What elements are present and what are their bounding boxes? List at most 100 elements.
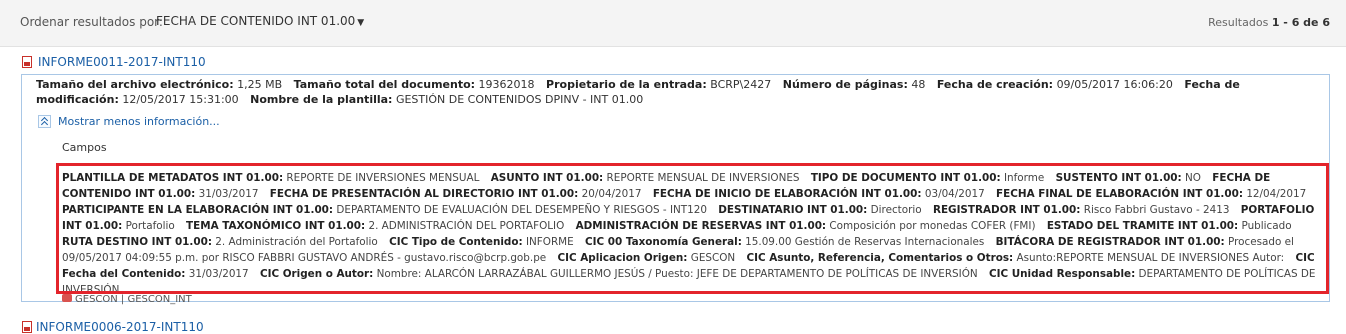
fields-item: CIC Asunto, Referencia, Comentarios o Ot… [747, 252, 1285, 264]
next-result-title-link[interactable]: INFORME0006-2017-INT110 [22, 320, 204, 334]
fields-label: CIC Asunto, Referencia, Comentarios o Ot… [746, 252, 1014, 264]
metadata-label: Propietario de la entrada: [546, 78, 707, 91]
metadata-value: 19362018 [478, 78, 535, 91]
metadata-value: GESTIÓN DE CONTENIDOS DPINV - INT 01.00 [395, 93, 644, 106]
fields-label: PLANTILLA DE METADATOS INT 01.00: [62, 172, 284, 184]
metadata-label: Tamaño del archivo electrónico: [36, 78, 234, 91]
fields-value: 12/04/2017 [1246, 188, 1307, 200]
results-count: Resultados 1 - 6 de 6 [1208, 16, 1330, 29]
metadata-value: 48 [911, 78, 926, 91]
metadata-item: Nombre de la plantilla: GESTIÓN DE CONTE… [250, 93, 643, 106]
fields-value: 03/04/2017 [924, 188, 985, 200]
collapse-icon [38, 115, 51, 128]
sort-dropdown[interactable]: FECHA DE CONTENIDO INT 01.00 ▼ [156, 14, 364, 28]
sort-toolbar: Ordenar resultados por: FECHA DE CONTENI… [0, 0, 1346, 47]
fields-value: REPORTE DE INVERSIONES MENSUAL [286, 172, 480, 184]
fields-label: FECHA FINAL DE ELABORACIÓN INT 01.00: [996, 188, 1243, 200]
tags-text: GESCON | GESCON_INT [75, 294, 192, 305]
fields-item: ADMINISTRACIÓN DE RESERVAS INT 01.00: Co… [576, 220, 1036, 232]
metadata-label: Tamaño total del documento: [293, 78, 476, 91]
fields-item: REGISTRADOR INT 01.00: Risco Fabbri Gust… [933, 204, 1230, 216]
fields-item: CIC Origen o Autor: Nombre: ALARCÓN LARR… [260, 268, 978, 280]
fields-label: SUSTENTO INT 01.00: [1055, 172, 1182, 184]
fields-value: NO [1185, 172, 1201, 184]
results-prefix: Resultados [1208, 16, 1269, 29]
fields-label: BITÁCORA DE REGISTRADOR INT 01.00: [995, 236, 1225, 248]
metadata-label: Nombre de la plantilla: [250, 93, 393, 106]
fields-label: ESTADO DEL TRAMITE INT 01.00: [1046, 220, 1239, 232]
fields-value: REPORTE MENSUAL DE INVERSIONES [606, 172, 800, 184]
fields-item: TIPO DE DOCUMENTO INT 01.00: Informe [811, 172, 1044, 184]
fields-label: TIPO DE DOCUMENTO INT 01.00: [810, 172, 1001, 184]
fields-value: Composición por monedas COFER (FMI) [829, 220, 1036, 232]
fields-item: FECHA DE PRESENTACIÓN AL DIRECTORIO INT … [270, 188, 642, 200]
fields-label: CIC Aplicacion Origen: [557, 252, 688, 264]
chevron-down-icon: ▼ [357, 18, 365, 28]
fields-item: ASUNTO INT 01.00: REPORTE MENSUAL DE INV… [491, 172, 800, 184]
fields-label: TEMA TAXONÓMICO INT 01.00: [186, 220, 366, 232]
fields-label: CIC Origen o Autor: [259, 268, 374, 280]
fields-item: CIC Aplicacion Origen: GESCON [558, 252, 736, 264]
fields-item: FECHA FINAL DE ELABORACIÓN INT 01.00: 12… [996, 188, 1306, 200]
fields-label: DESTINATARIO INT 01.00: [718, 204, 868, 216]
metadata-label: Fecha de creación: [936, 78, 1054, 91]
tags-row: GESCON | GESCON_INT [62, 294, 192, 305]
fields-value: DEPARTAMENTO DE EVALUACIÓN DEL DESEMPEÑO… [336, 204, 707, 216]
fields-value: Nombre: ALARCÓN LARRAZÁBAL GUILLERMO JES… [376, 268, 978, 280]
fields-value: Asunto:REPORTE MENSUAL DE INVERSIONES Au… [1016, 252, 1285, 264]
result-metadata: Tamaño del archivo electrónico: 1,25 MB … [36, 77, 1306, 107]
fields-item: TEMA TAXONÓMICO INT 01.00: 2. ADMINISTRA… [186, 220, 564, 232]
next-result-title-text: INFORME0006-2017-INT110 [36, 320, 204, 334]
show-less-label: Mostrar menos información... [58, 115, 220, 128]
fields-label: REGISTRADOR INT 01.00: [932, 204, 1081, 216]
sort-dropdown-value: FECHA DE CONTENIDO INT 01.00 [156, 14, 356, 28]
sort-label: Ordenar resultados por: [20, 15, 163, 29]
fields-label: FECHA DE INICIO DE ELABORACIÓN INT 01.00… [652, 188, 922, 200]
metadata-item: Fecha de creación: 09/05/2017 16:06:20 [937, 78, 1173, 91]
fields-item: CIC Tipo de Contenido: INFORME [389, 236, 574, 248]
fields-value: INFORME [525, 236, 574, 248]
fields-label: RUTA DESTINO INT 01.00: [62, 236, 212, 248]
fields-highlight-box: PLANTILLA DE METADATOS INT 01.00: REPORT… [56, 163, 1329, 294]
fields-label: CIC Unidad Responsable: [988, 268, 1136, 280]
fields-value: 20/04/2017 [581, 188, 642, 200]
metadata-value: 12/05/2017 15:31:00 [122, 93, 239, 106]
fields-item: ESTADO DEL TRAMITE INT 01.00: Publicado [1047, 220, 1292, 232]
pdf-icon [22, 56, 32, 68]
fields-value: Directorio [870, 204, 922, 216]
metadata-item: Tamaño total del documento: 19362018 [294, 78, 535, 91]
fields-label: CIC Tipo de Contenido: [389, 236, 523, 248]
tag-icon [62, 294, 72, 302]
metadata-value: BCRP\2427 [710, 78, 772, 91]
metadata-item: Número de páginas: 48 [783, 78, 926, 91]
fields-item: SUSTENTO INT 01.00: NO [1056, 172, 1201, 184]
result-title-link[interactable]: INFORME0011-2017-INT110 [22, 55, 206, 69]
fields-item: RUTA DESTINO INT 01.00: 2. Administració… [62, 236, 378, 248]
fields-value: 31/03/2017 [188, 268, 249, 280]
fields-label: FECHA DE PRESENTACIÓN AL DIRECTORIO INT … [269, 188, 579, 200]
metadata-value: 1,25 MB [237, 78, 283, 91]
fields-label: CIC 00 Taxonomía General: [585, 236, 742, 248]
fields-value: 2. ADMINISTRACIÓN DEL PORTAFOLIO [368, 220, 565, 232]
result-title-text: INFORME0011-2017-INT110 [38, 55, 206, 69]
fields-value: GESCON [690, 252, 736, 264]
fields-value: 2. Administración del Portafolio [215, 236, 378, 248]
fields-value: 15.09.00 Gestión de Reservas Internacion… [745, 236, 985, 248]
fields-label: ASUNTO INT 01.00: [490, 172, 604, 184]
fields-value: Portafolio [125, 220, 175, 232]
metadata-item: Tamaño del archivo electrónico: 1,25 MB [36, 78, 282, 91]
metadata-value: 09/05/2017 16:06:20 [1056, 78, 1173, 91]
fields-label: PARTICIPANTE EN LA ELABORACIÓN INT 01.00… [62, 204, 334, 216]
fields-list: PLANTILLA DE METADATOS INT 01.00: REPORT… [62, 170, 1324, 291]
show-less-toggle[interactable]: Mostrar menos información... [38, 115, 220, 128]
fields-value: Publicado [1241, 220, 1292, 232]
pdf-icon [22, 321, 32, 333]
results-range: 1 - 6 de 6 [1271, 16, 1330, 29]
fields-value: Risco Fabbri Gustavo - 2413 [1083, 204, 1230, 216]
fields-item: DESTINATARIO INT 01.00: Directorio [718, 204, 921, 216]
fields-item: CIC 00 Taxonomía General: 15.09.00 Gesti… [585, 236, 984, 248]
fields-label: ADMINISTRACIÓN DE RESERVAS INT 01.00: [575, 220, 827, 232]
fields-item: PARTICIPANTE EN LA ELABORACIÓN INT 01.00… [62, 204, 707, 216]
metadata-label: Número de páginas: [782, 78, 908, 91]
campos-heading: Campos [62, 141, 107, 154]
